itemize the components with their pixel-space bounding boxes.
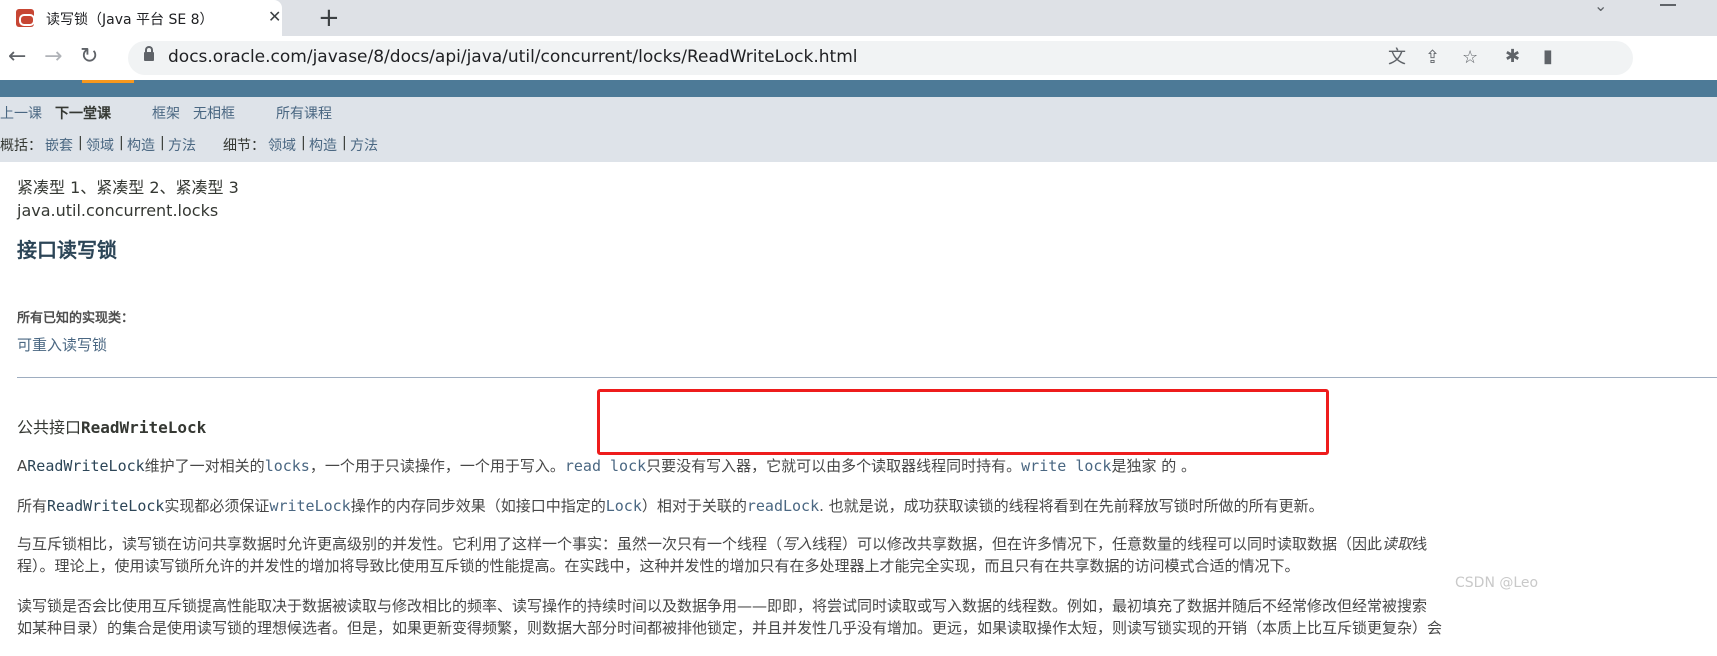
- summary-label: 概括：: [0, 138, 42, 154]
- reentrant-rwlock-link[interactable]: 可重入读写锁: [17, 334, 107, 355]
- text: 与互斥锁相比，读写锁在访问共享数据时允许更高级别的并发性。它利用了这样一个事实：…: [17, 535, 783, 553]
- minimize-icon[interactable]: [1660, 4, 1676, 6]
- javadoc-topbar: [0, 80, 1717, 97]
- text: A: [17, 457, 28, 475]
- description-paragraph-3-line-1: 与互斥锁相比，读写锁在访问共享数据时允许更高级别的并发性。它利用了这样一个事实：…: [17, 533, 1427, 554]
- next-class-link[interactable]: 下一堂课: [55, 103, 111, 123]
- detail-label: 细节：: [223, 138, 265, 154]
- side-panel-icon[interactable]: ▮: [1543, 46, 1553, 68]
- close-tab-icon[interactable]: ✕: [268, 7, 281, 27]
- back-button[interactable]: ←: [8, 44, 26, 70]
- description-paragraph-4-line-2: 如某种目录）的集合是使用读写锁的理想候选者。但是，如果更新变得频繁，则数据大部分…: [17, 619, 1443, 637]
- compact-profiles: 紧凑型 1、紧凑型 2、紧凑型 3: [17, 178, 239, 197]
- oracle-favicon-icon: [16, 9, 35, 27]
- description-paragraph-4-line-1: 读写锁是否会比使用互斥锁提高性能取决于数据被读取与修改相比的频率、读写操作的持续…: [17, 597, 1428, 615]
- locks-link[interactable]: locks: [265, 457, 310, 475]
- extensions-icon[interactable]: ✱: [1505, 46, 1520, 68]
- topbar-accent: [82, 80, 134, 83]
- text: 实现都必须保证: [164, 497, 270, 515]
- text: 维护了一对相关的: [144, 457, 265, 475]
- highlight-annotation-box: [597, 389, 1329, 455]
- translate-icon[interactable]: 文: [1388, 47, 1406, 69]
- summary-nested-link[interactable]: 嵌套: [45, 135, 73, 155]
- writelock-link[interactable]: writeLock: [269, 497, 350, 515]
- page-title: 接口读写锁: [17, 238, 117, 262]
- decl-prefix: 公共接口: [17, 418, 82, 437]
- text: 操作的内存同步效果（如接口中指定的: [350, 497, 606, 515]
- emphasis-text: 读取: [1382, 535, 1413, 553]
- read-lock-link[interactable]: read lock: [565, 457, 646, 475]
- address-bar[interactable]: docs.oracle.com/javase/8/docs/api/java/u…: [128, 41, 1633, 75]
- lock-icon[interactable]: [144, 46, 154, 61]
- text: 是独家 的 。: [1111, 457, 1197, 475]
- interface-declaration: 公共接口ReadWriteLock: [17, 414, 206, 438]
- description-paragraph-2: 所有ReadWriteLock实现都必须保证writeLock操作的内存同步效果…: [17, 495, 1324, 516]
- tab-search-chevron-icon[interactable]: ⌄: [1594, 0, 1607, 15]
- divider: [17, 377, 1717, 378]
- prev-class-link[interactable]: 上一课: [0, 103, 42, 123]
- readlock-link[interactable]: readLock: [747, 497, 819, 515]
- new-tab-button[interactable]: +: [318, 3, 340, 33]
- lock-link[interactable]: Lock: [606, 497, 642, 515]
- text: 所有: [17, 497, 48, 515]
- browser-toolbar: ← → ↻ docs.oracle.com/javase/8/docs/api/…: [0, 36, 1717, 80]
- tab-title: 读写锁（Java 平台 SE 8）: [46, 12, 214, 28]
- text: ，一个用于只读操作，一个用于写入。: [309, 457, 565, 475]
- no-frames-link[interactable]: 无相框: [193, 103, 235, 123]
- description-paragraph-1: AReadWriteLock维护了一对相关的locks，一个用于只读操作，一个用…: [17, 455, 1196, 476]
- description-paragraph-3-line-2: 程）。理论上，使用读写锁所允许的并发性的增加将导致比使用互斥锁的性能提高。在实践…: [17, 557, 1300, 575]
- summary-constructor-link[interactable]: 构造: [127, 135, 155, 155]
- forward-button[interactable]: →: [44, 44, 62, 70]
- text: . 也就是说，成功获取读锁的线程将看到在先前释放写锁时所做的所有更新。: [819, 497, 1324, 515]
- tab-strip: 读写锁（Java 平台 SE 8） ✕ + ⌄: [0, 0, 1717, 36]
- write-lock-link[interactable]: write lock: [1021, 457, 1111, 475]
- package-name: java.util.concurrent.locks: [17, 201, 219, 220]
- browser-tab[interactable]: 读写锁（Java 平台 SE 8） ✕: [0, 0, 282, 36]
- emphasis-text: 写入: [782, 535, 813, 553]
- separator: |: [342, 135, 347, 151]
- decl-name: ReadWriteLock: [81, 418, 207, 437]
- javadoc-subnav: 上一课 下一堂课 框架 无相框 所有课程 概括： 嵌套 | 领域 | 构造 | …: [0, 97, 1717, 162]
- separator: |: [301, 135, 306, 151]
- separator: |: [119, 135, 124, 151]
- text: 线程）可以修改共享数据，但在许多情况下，任意数量的线程可以同时读取数据（因此: [812, 535, 1383, 553]
- summary-field-link[interactable]: 领域: [86, 135, 114, 155]
- detail-constructor-link[interactable]: 构造: [309, 135, 337, 155]
- implementing-classes-label: 所有已知的实现类：: [17, 311, 135, 326]
- separator: |: [160, 135, 165, 151]
- bookmark-star-icon[interactable]: ☆: [1462, 47, 1478, 69]
- detail-field-link[interactable]: 领域: [268, 135, 296, 155]
- separator: |: [78, 135, 83, 151]
- text: 只要没有写入器，它就可以由多个读取器线程同时持有。: [646, 457, 1022, 475]
- all-classes-link[interactable]: 所有课程: [276, 103, 332, 123]
- share-icon[interactable]: ⇪: [1425, 47, 1440, 69]
- url-text[interactable]: docs.oracle.com/javase/8/docs/api/java/u…: [168, 47, 858, 67]
- reload-button[interactable]: ↻: [80, 44, 98, 70]
- summary-method-link[interactable]: 方法: [168, 135, 196, 155]
- watermark: CSDN @Leo: [1455, 575, 1539, 591]
- text: ）相对于关联的: [641, 497, 747, 515]
- text: 线: [1412, 535, 1428, 553]
- code-readwritelock: ReadWriteLock: [27, 457, 145, 475]
- frames-link[interactable]: 框架: [152, 103, 180, 123]
- detail-method-link[interactable]: 方法: [350, 135, 378, 155]
- code-readwritelock: ReadWriteLock: [47, 497, 165, 515]
